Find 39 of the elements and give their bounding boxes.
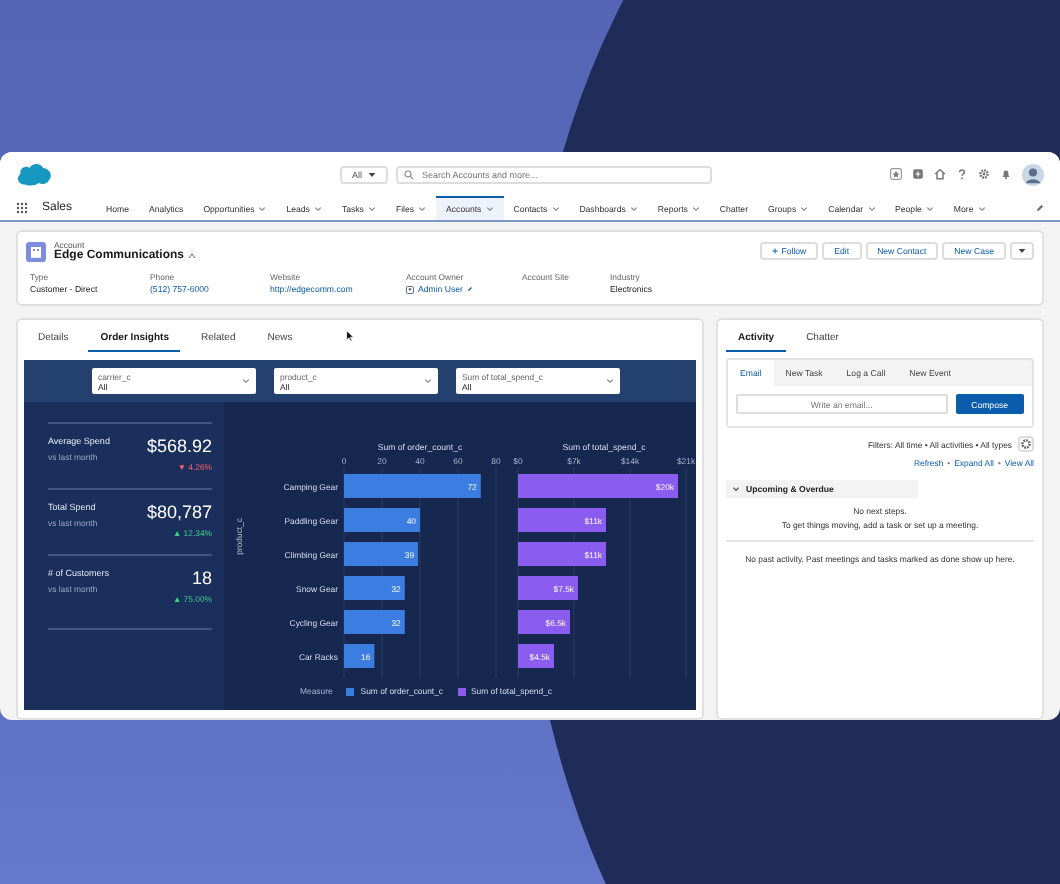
metric-value: 18 xyxy=(191,568,212,588)
plus-icon[interactable] xyxy=(912,168,924,180)
mouse-cursor-icon xyxy=(346,330,354,342)
chevron-icon[interactable] xyxy=(691,206,700,212)
metric-value: $80,787 xyxy=(146,502,212,522)
chevron-icon xyxy=(732,486,740,492)
star-icon[interactable] xyxy=(890,168,902,180)
cloud-logo-icon xyxy=(16,162,52,186)
caret-icon xyxy=(368,171,377,177)
avatar-icon[interactable] xyxy=(1022,163,1044,185)
chevron-icon xyxy=(424,378,432,384)
chevron-icon[interactable] xyxy=(925,206,934,212)
chevron-icon[interactable] xyxy=(629,206,638,212)
chevron-icon[interactable] xyxy=(313,206,322,212)
settings-icon[interactable] xyxy=(978,168,990,180)
chevron-icon[interactable] xyxy=(485,206,494,212)
chevron-icon[interactable] xyxy=(800,206,809,212)
help-icon[interactable] xyxy=(956,168,968,180)
chevron-icon[interactable] xyxy=(418,206,427,212)
hierarchy-icon[interactable] xyxy=(188,252,197,260)
search-icon xyxy=(404,169,415,179)
chevron-icon xyxy=(242,378,250,384)
home-icon[interactable] xyxy=(934,168,946,180)
more-actions-button[interactable] xyxy=(1010,242,1034,260)
chevron-icon[interactable] xyxy=(258,206,267,212)
chevron-icon xyxy=(606,378,614,384)
caret-icon xyxy=(1018,248,1026,254)
plus-icon xyxy=(771,248,778,254)
chevron-icon[interactable] xyxy=(867,206,876,212)
account-icon xyxy=(26,241,46,261)
metric-value: $568.92 xyxy=(146,436,212,456)
app-launcher-icon[interactable] xyxy=(16,202,28,214)
filter-settings-button[interactable] xyxy=(1018,436,1034,452)
user-icon xyxy=(406,285,414,293)
chevron-icon[interactable] xyxy=(551,206,560,212)
chevron-icon[interactable] xyxy=(977,206,986,212)
chevron-icon[interactable] xyxy=(367,206,376,212)
bell-icon[interactable] xyxy=(1000,168,1012,180)
pencil-icon[interactable] xyxy=(1036,204,1044,212)
